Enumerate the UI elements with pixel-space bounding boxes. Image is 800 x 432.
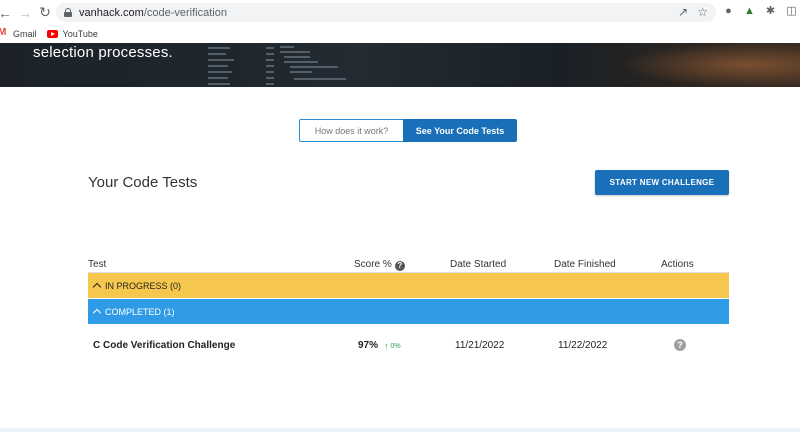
group-in-progress[interactable]: IN PROGRESS (0) [88, 273, 729, 298]
back-arrow-icon[interactable]: ← [0, 4, 14, 22]
address-bar[interactable]: vanhack.com/code-verification ↗ ☆ [56, 3, 716, 22]
bookmark-gmail[interactable]: Gmail [0, 27, 37, 39]
column-header-test: Test [88, 259, 107, 270]
help-circle-icon[interactable]: ? [674, 339, 686, 351]
gmail-icon [0, 27, 9, 38]
browser-toolbar: ← → ↻ vanhack.com/code-verification ↗ ☆ … [0, 0, 800, 25]
hero-heading: selection processes. [33, 44, 173, 61]
page-title: Your Code Tests [88, 174, 198, 191]
test-date-finished: 11/22/2022 [558, 340, 608, 351]
bookmarks-bar: Gmail YouTube [0, 25, 800, 43]
bookmark-star-icon[interactable]: ☆ [697, 5, 708, 19]
column-header-actions: Actions [661, 259, 694, 270]
help-icon[interactable]: ? [394, 261, 405, 271]
column-header-date-started: Date Started [450, 259, 507, 270]
chevron-up-icon [92, 282, 102, 292]
puzzle-extensions-icon[interactable]: ✱ [764, 4, 777, 17]
test-name: C Code Verification Challenge [93, 340, 236, 351]
side-panel-icon[interactable]: ◫ [785, 4, 798, 17]
bookmark-youtube[interactable]: YouTube [46, 29, 98, 39]
score-trend: ↑ 0% [384, 341, 401, 351]
page-bottom-edge [0, 428, 800, 432]
group-completed[interactable]: COMPLETED (1) [88, 299, 729, 324]
how-does-it-work-button[interactable]: How does it work? [299, 119, 403, 142]
youtube-icon [46, 30, 58, 38]
share-icon[interactable]: ↗ [678, 5, 688, 19]
start-new-challenge-button[interactable]: START NEW CHALLENGE [595, 170, 729, 195]
see-your-code-tests-button[interactable]: See Your Code Tests [403, 119, 517, 142]
extension-icon-2[interactable]: ▲ [743, 4, 756, 17]
code-background-decoration [208, 45, 388, 87]
forward-arrow-icon[interactable]: → [16, 4, 34, 22]
column-header-score: Score %? [354, 259, 405, 271]
view-toggle: How does it work? See Your Code Tests [299, 119, 517, 142]
url-text: vanhack.com/code-verification [79, 6, 227, 19]
hero-banner: selection processes. [0, 43, 800, 87]
test-date-started: 11/21/2022 [455, 340, 505, 351]
reload-icon[interactable]: ↻ [36, 4, 54, 22]
column-header-date-finished: Date Finished [554, 259, 616, 270]
arrow-up-icon: ↑ [384, 341, 389, 351]
chevron-up-icon [92, 308, 102, 318]
lock-icon [64, 8, 72, 17]
hero-glow-decoration [620, 43, 800, 87]
extension-icon-1[interactable]: ● [722, 4, 735, 17]
test-score: 97% [358, 340, 379, 351]
